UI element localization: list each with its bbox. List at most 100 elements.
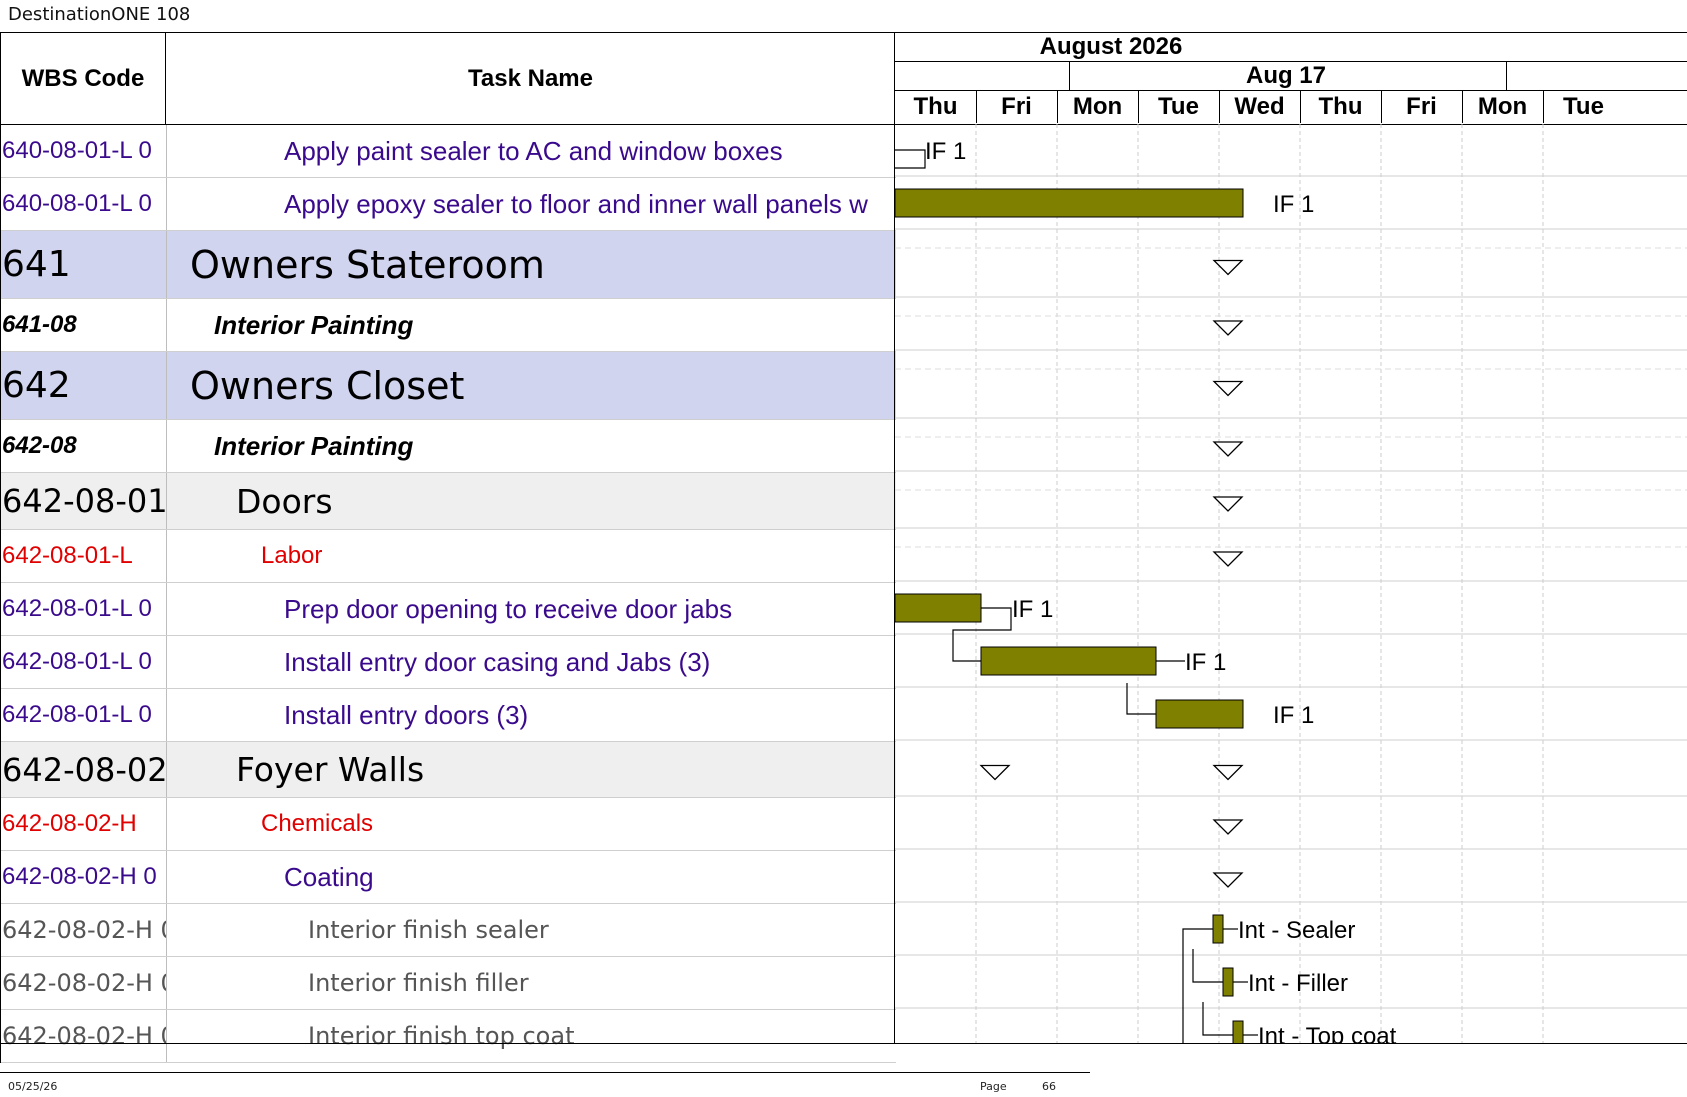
timescale-day: Mon [1072,93,1123,120]
wbs-code-cell[interactable]: 642-08-02-H 01 [1,904,167,956]
footer-date: 05/25/26 [8,1080,58,1093]
summary-marker-icon [1212,872,1244,888]
summary-marker-icon [979,764,1011,781]
task-name-cell[interactable]: Owners Closet [166,352,896,419]
task-row[interactable]: 642-08-02 Foyer Walls [1,742,896,798]
task-name-cell[interactable]: Owners Stateroom [166,231,896,298]
wbs-code-cell[interactable]: 642-08-01-L 0 [1,636,167,688]
task-row[interactable]: 642-08-02-H 01Interior finish sealer [1,904,896,957]
gantt-bar-label: IF 1 [925,138,966,165]
task-name-cell[interactable]: Interior finish top coat [166,1010,896,1062]
timescale-day: Thu [913,93,958,120]
task-bar [1222,967,1234,997]
summary-marker-icon [1212,441,1244,457]
footer-page-label: Page [980,1080,1007,1093]
dependency-link [895,149,926,169]
task-row[interactable]: 642-08-02-H 01Interior finish top coat [1,1010,896,1063]
gantt-bar-label: IF 1 [1185,649,1226,676]
timescale-day: Fri [1001,93,1032,120]
task-row[interactable]: 642-08-01-L 0 Prep door opening to receiv… [1,583,896,636]
timescale-header: August 2026 Aug 17 Thu Fri Mon Tue Wed Thu Fri… [895,32,1687,125]
summary-marker-icon [1212,259,1244,276]
timescale-week: Aug 17 [1245,62,1326,89]
task-row[interactable]: 642-08-01 Doors [1,473,896,530]
wbs-code-cell[interactable]: 642-08-01-L 0 [1,583,167,635]
timescale-day-divider [1462,91,1463,123]
task-row[interactable]: 641-08 Interior Painting [1,299,896,352]
wbs-code-cell[interactable]: 641-08 [1,299,167,351]
task-bar [980,646,1157,676]
task-row[interactable]: 642-08-01-L 0 Install entry door casing a… [1,636,896,689]
task-row[interactable]: 640-08-01-L 0 Apply paint sealer to AC an… [1,125,896,178]
task-name-cell[interactable]: Coating [166,851,896,903]
task-row[interactable]: 642-08-02-H 0 Coating [1,851,896,904]
column-header-wbs[interactable]: WBS Code [1,33,166,124]
task-row[interactable]: 640-08-01-L 0 Apply epoxy sealer to floor… [1,178,896,231]
summary-marker-icon [1212,320,1244,336]
task-rows: 640-08-01-L 0 Apply paint sealer to AC an… [1,125,896,1063]
wbs-code-cell[interactable]: 642-08-02-H 01 [1,957,167,1009]
wbs-code-cell[interactable]: 642-08-02 [1,742,167,797]
task-row[interactable]: 642 Owners Closet [1,352,896,420]
task-name-cell[interactable]: Prep door opening to receive door jabs [166,583,896,635]
gantt-chart: IF 1 IF 1 IF 1 IF 1 IF 1 Int - Sealer Int - Fi… [895,124,1687,1044]
timescale-day-divider [1381,91,1382,123]
task-name-cell[interactable]: Foyer Walls [166,742,896,797]
task-name-cell[interactable]: Apply paint sealer to AC and window boxe… [166,125,896,177]
summary-marker-icon [1212,551,1244,567]
wbs-code-cell[interactable]: 642-08 [1,420,167,472]
task-row[interactable]: 641 Owners Stateroom [1,231,896,299]
task-name-cell[interactable]: Labor [166,530,896,582]
wbs-code-cell[interactable]: 640-08-01-L 0 [1,178,167,230]
task-row[interactable]: 642-08-02-H 01Interior finish filler [1,957,896,1010]
wbs-code-cell[interactable]: 642 [1,352,167,419]
timescale-day-divider [1219,91,1220,123]
task-bar [895,593,982,623]
wbs-code-cell[interactable]: 642-08-01 [1,473,167,529]
timescale-day: Mon [1477,93,1528,120]
task-grid: WBS Code Task Name 640-08-01-L 0 Apply pa… [0,32,896,1063]
task-name-cell[interactable]: Doors [166,473,896,529]
task-name-cell[interactable]: Apply epoxy sealer to floor and inner wa… [166,178,896,230]
timescale-day: Tue [1158,93,1199,120]
wbs-code-cell[interactable]: 642-08-01-L [1,530,167,582]
column-header-task-name[interactable]: Task Name [166,33,895,124]
wbs-code-cell[interactable]: 642-08-02-H 01 [1,1010,167,1062]
timescale-day-divider [976,91,977,123]
timescale-day-divider [1543,91,1544,123]
task-bar [1155,699,1244,729]
task-name-cell[interactable]: Install entry doors (3) [166,689,896,741]
wbs-code-cell[interactable]: 641 [1,231,167,298]
summary-marker-icon [1212,764,1244,781]
footer-rule [0,1072,1090,1073]
task-row[interactable]: 642-08-01-L Labor [1,530,896,583]
wbs-code-cell[interactable]: 642-08-01-L 0 [1,689,167,741]
wbs-code-cell[interactable]: 642-08-02-H 0 [1,851,167,903]
task-name-cell[interactable]: Install entry door casing and Jabs (3) [166,636,896,688]
task-row[interactable]: 642-08-01-L 0 Install entry doors (3) [1,689,896,742]
task-row[interactable]: 642-08 Interior Painting [1,420,896,473]
timescale-day: Fri [1406,93,1437,120]
footer-page-number: 66 [1042,1080,1056,1093]
task-name-cell[interactable]: Interior finish sealer [166,904,896,956]
gantt-bar-label: Int - Top coat [1258,1023,1397,1044]
task-bar [1212,914,1224,944]
task-name-cell[interactable]: Interior Painting [166,420,896,472]
dependency-link [1126,683,1156,715]
task-name-cell[interactable]: Interior Painting [166,299,896,351]
timescale-day-divider [1300,91,1301,123]
summary-marker-icon [1212,819,1244,835]
task-row[interactable]: 642-08-02-H Chemicals [1,798,896,851]
wbs-code-cell[interactable]: 640-08-01-L 0 [1,125,167,177]
task-name-cell[interactable]: Interior finish filler [166,957,896,1009]
grid-header: WBS Code Task Name [1,32,896,125]
task-bar [1232,1020,1244,1044]
timescale-month: August 2026 [1039,33,1183,60]
gantt-bar-label: IF 1 [1273,702,1314,729]
gantt-bar-label: Int - Filler [1248,970,1348,997]
wbs-code-cell[interactable]: 642-08-02-H [1,798,167,850]
gantt-bar-label: IF 1 [1012,596,1053,623]
timescale-day: Tue [1563,93,1604,120]
summary-marker-icon [1212,496,1244,512]
task-name-cell[interactable]: Chemicals [166,798,896,850]
